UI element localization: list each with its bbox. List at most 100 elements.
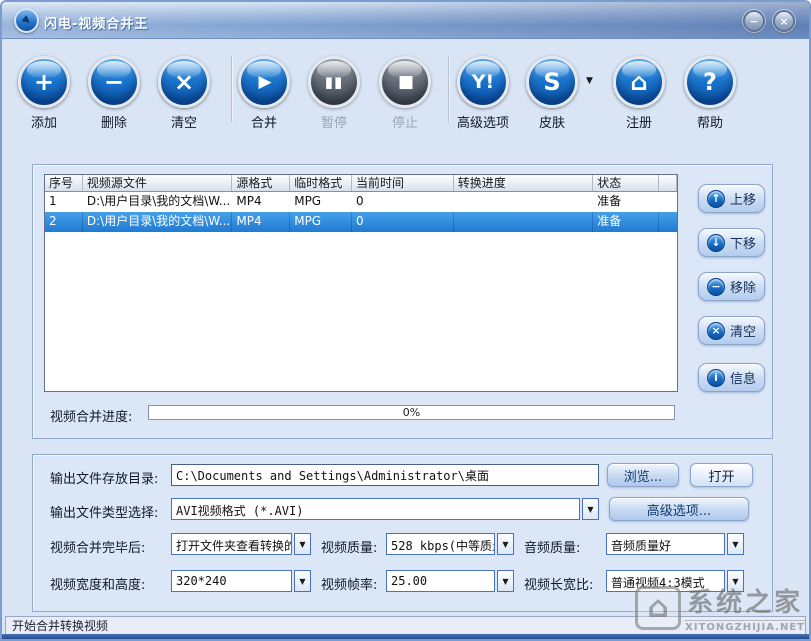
merge-progress-value: 0% [403, 406, 420, 419]
cross-icon: × [707, 322, 725, 340]
add-icon: + [18, 56, 70, 108]
cell-filler [659, 192, 677, 212]
toolbar-clear-label: 清空 [158, 112, 210, 131]
tools-icon: Y! [457, 56, 509, 108]
column-header-index[interactable]: 序号 [45, 175, 83, 191]
cell-temp-format: MPG [290, 212, 352, 232]
toolbar-help-label: 帮助 [684, 112, 736, 131]
toolbar-skin-label: 皮肤 [526, 112, 578, 131]
file-table[interactable]: 序号 视频源文件 源格式 临时格式 当前时间 转换进度 状态 1 D:\用户目录… [44, 174, 678, 392]
advanced-options-button[interactable]: 高级选项... [609, 497, 749, 521]
merge-progress-label: 视频合并进度: [50, 406, 132, 425]
merge-progress-bar: 0% [148, 405, 675, 420]
toolbar-help-button[interactable]: ? 帮助 [684, 56, 736, 131]
frame-rate-select[interactable]: 25.00 ▼ [386, 570, 514, 592]
app-window: ▶ 闪电-视频合并王 − × + 添加 − 删除 × 清空 ▶ 合并 ▮▮ 暂停… [0, 0, 811, 641]
video-quality-select[interactable]: 528 kbps(中等质量) ▼ [386, 533, 514, 555]
toolbar-merge-label: 合并 [238, 112, 290, 131]
after-merge-value: 打开文件夹查看转换的 [171, 533, 292, 555]
toolbar-delete-button[interactable]: − 删除 [88, 56, 140, 131]
dropdown-arrow-icon[interactable]: ▼ [497, 570, 514, 592]
video-quality-label: 视频质量: [321, 537, 377, 556]
after-merge-select[interactable]: 打开文件夹查看转换的 ▼ [171, 533, 311, 555]
frame-rate-value: 25.00 [386, 570, 495, 592]
output-settings-panel: 输出文件存放目录: 浏览... 打开 输出文件类型选择: AVI视频格式 (*.… [32, 454, 773, 612]
minimize-icon: − [749, 15, 758, 28]
column-header-source-file[interactable]: 视频源文件 [83, 175, 233, 191]
column-header-current-time[interactable]: 当前时间 [352, 175, 454, 191]
aspect-ratio-label: 视频长宽比: [524, 574, 593, 593]
after-merge-label: 视频合并完毕后: [50, 537, 145, 556]
app-icon: ▶ [14, 8, 39, 33]
cell-status: 准备 [593, 192, 659, 212]
output-dir-input[interactable] [171, 464, 599, 486]
output-type-select[interactable]: AVI视频格式 (*.AVI) ▼ [171, 498, 599, 520]
info-button[interactable]: i 信息 [698, 363, 765, 392]
stop-icon: ■ [379, 56, 431, 108]
file-list-panel: 序号 视频源文件 源格式 临时格式 当前时间 转换进度 状态 1 D:\用户目录… [32, 164, 773, 439]
toolbar-advanced-options-button[interactable]: Y! 高级选项 [457, 56, 509, 131]
dropdown-arrow-icon[interactable]: ▼ [582, 498, 599, 520]
table-row[interactable]: 1 D:\用户目录\我的文档\W... MP4 MPG 0 准备 [45, 192, 677, 212]
dropdown-arrow-icon[interactable]: ▼ [727, 570, 744, 592]
browse-button[interactable]: 浏览... [607, 463, 679, 487]
toolbar-advanced-options-label: 高级选项 [447, 112, 519, 131]
home-icon: ⌂ [613, 56, 665, 108]
cell-source-file: D:\用户目录\我的文档\W... [83, 212, 233, 232]
audio-quality-select[interactable]: 音频质量好 ▼ [606, 533, 744, 555]
toolbar-register-label: 注册 [613, 112, 665, 131]
cross-icon: × [158, 56, 210, 108]
video-size-select[interactable]: 320*240 ▼ [171, 570, 311, 592]
close-button[interactable]: × [773, 10, 795, 32]
cell-progress [454, 192, 594, 212]
table-row-selected[interactable]: 2 D:\用户目录\我的文档\W... MP4 MPG 0 准备 [45, 212, 677, 232]
play-icon: ▶ [238, 56, 290, 108]
column-header-temp-format[interactable]: 临时格式 [290, 175, 352, 191]
clear-list-button[interactable]: × 清空 [698, 316, 765, 345]
open-button[interactable]: 打开 [690, 463, 753, 487]
aspect-ratio-value: 普通视频4:3模式 [606, 570, 725, 592]
dropdown-arrow-icon[interactable]: ▼ [294, 570, 311, 592]
move-down-button[interactable]: ↓ 下移 [698, 228, 765, 257]
output-type-value: AVI视频格式 (*.AVI) [171, 498, 580, 520]
column-header-source-format[interactable]: 源格式 [232, 175, 290, 191]
toolbar-register-button[interactable]: ⌂ 注册 [613, 56, 665, 131]
video-quality-value: 528 kbps(中等质量) [386, 533, 495, 555]
move-up-button[interactable]: ↑ 上移 [698, 184, 765, 213]
minimize-button[interactable]: − [743, 10, 765, 32]
toolbar-pause-label: 暂停 [308, 112, 360, 131]
toolbar-merge-button[interactable]: ▶ 合并 [238, 56, 290, 131]
video-size-label: 视频宽度和高度: [50, 574, 145, 593]
move-up-label: 上移 [730, 189, 756, 208]
titlebar[interactable]: ▶ 闪电-视频合并王 − × [2, 2, 809, 39]
toolbar-clear-button[interactable]: × 清空 [158, 56, 210, 131]
arrow-up-icon: ↑ [707, 190, 725, 208]
dropdown-arrow-icon[interactable]: ▼ [727, 533, 744, 555]
remove-button[interactable]: − 移除 [698, 272, 765, 301]
cell-status: 准备 [593, 212, 659, 232]
dropdown-arrow-icon[interactable]: ▼ [294, 533, 311, 555]
column-header-filler [659, 175, 677, 191]
audio-quality-value: 音频质量好 [606, 533, 725, 555]
column-header-status[interactable]: 状态 [593, 175, 659, 191]
toolbar-separator [231, 56, 232, 122]
close-icon: × [779, 15, 788, 28]
cell-source-file: D:\用户目录\我的文档\W... [83, 192, 233, 212]
cell-index: 1 [45, 192, 83, 212]
cell-progress [454, 212, 594, 232]
output-dir-label: 输出文件存放目录: [50, 468, 158, 487]
window-bottom-edge [2, 634, 809, 639]
arrow-down-icon: ↓ [707, 234, 725, 252]
chevron-down-icon[interactable]: ▼ [586, 76, 593, 86]
aspect-ratio-select[interactable]: 普通视频4:3模式 ▼ [606, 570, 744, 592]
column-header-progress[interactable]: 转换进度 [454, 175, 594, 191]
toolbar-add-button[interactable]: + 添加 [18, 56, 70, 131]
cell-source-format: MP4 [232, 192, 290, 212]
toolbar-stop-button: ■ 停止 [379, 56, 431, 131]
move-down-label: 下移 [730, 233, 756, 252]
skin-icon: S [526, 56, 578, 108]
toolbar-skin-button[interactable]: S 皮肤 [526, 56, 578, 131]
dropdown-arrow-icon[interactable]: ▼ [497, 533, 514, 555]
cell-index: 2 [45, 212, 83, 232]
audio-quality-label: 音频质量: [524, 537, 580, 556]
